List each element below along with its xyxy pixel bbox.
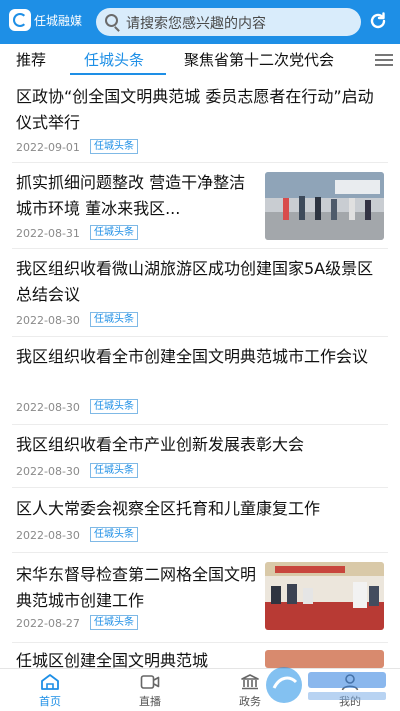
article-date: 2022-09-01: [16, 141, 80, 154]
article-tag: 任城头条: [90, 312, 138, 327]
divider: [12, 162, 388, 163]
list-item[interactable]: 宋华东督导检查第二网格全国文明典范城市创建工作 2022-08-27 任城头条: [0, 558, 400, 643]
article-title: 区人大常委会视察全区托育和儿童康复工作: [16, 499, 321, 518]
article-title: 区政协“创全国文明典范城 委员志愿者在行动”启动仪式举行: [16, 87, 374, 132]
article-tag: 任城头条: [90, 399, 138, 414]
refresh-icon[interactable]: [368, 11, 388, 31]
article-tag: 任城头条: [90, 463, 138, 478]
article-title: 宋华东督导检查第二网格全国文明典范城市创建工作: [16, 565, 257, 610]
list-item[interactable]: 区人大常委会视察全区托育和儿童康复工作 2022-08-30 任城头条: [0, 492, 400, 553]
list-item[interactable]: 我区组织收看全市产业创新发展表彰大会 2022-08-30 任城头条: [0, 428, 400, 488]
article-tag: 任城头条: [90, 615, 138, 630]
article-title: 我区组织收看全市创建全国文明典范城市工作会议: [16, 347, 369, 366]
search-placeholder: 请搜索您感兴趣的内容: [126, 16, 266, 32]
divider: [12, 336, 388, 337]
app-name: 任城融媒: [34, 14, 83, 28]
nav-label: 直播: [139, 695, 161, 708]
search-input[interactable]: 请搜索您感兴趣的内容: [96, 8, 361, 36]
article-title: 我区组织收看全市产业创新发展表彰大会: [16, 435, 305, 454]
divider: [12, 487, 388, 488]
nav-live[interactable]: 直播: [120, 673, 180, 709]
nav-home[interactable]: 首页: [20, 673, 80, 709]
article-tag: 任城头条: [90, 139, 138, 154]
list-item[interactable]: 我区组织收看全市创建全国文明典范城市工作会议 2022-08-30 任城头条: [0, 340, 400, 426]
active-tab-indicator: [70, 73, 166, 75]
list-item[interactable]: 区政协“创全国文明典范城 委员志愿者在行动”启动仪式举行 2022-09-01 …: [0, 80, 400, 164]
list-item[interactable]: 抓实抓细问题整改 营造干净整洁城市环境 董冰来我区... 2022-08-31 …: [0, 164, 400, 250]
article-date: 2022-08-30: [16, 314, 80, 327]
divider: [12, 552, 388, 553]
app-logo: [9, 9, 31, 31]
video-icon: [140, 675, 160, 689]
tab-recommend[interactable]: 推荐: [16, 49, 46, 70]
divider: [12, 248, 388, 249]
tab-party-congress[interactable]: 聚焦省第十二次党代会: [184, 49, 334, 70]
article-date: 2022-08-30: [16, 401, 80, 414]
top-bar: 任城融媒 请搜索您感兴趣的内容: [0, 0, 400, 44]
article-title: 任城区创建全国文明典范城: [16, 651, 209, 668]
search-icon: [105, 14, 118, 27]
article-title: 抓实抓细问题整改 营造干净整洁城市环境 董冰来我区...: [16, 173, 246, 218]
article-title: 我区组织收看微山湖旅游区成功创建国家5A级景区总结会议: [16, 259, 374, 304]
divider: [12, 642, 388, 643]
home-icon: [41, 674, 59, 690]
article-thumbnail: [265, 562, 384, 630]
channel-tabs: 推荐 任城头条 聚焦省第十二次党代会: [0, 44, 400, 76]
nav-label: 首页: [39, 695, 61, 708]
list-item[interactable]: 我区组织收看微山湖旅游区成功创建国家5A级景区总结会议 2022-08-30 任…: [0, 252, 400, 338]
article-date: 2022-08-31: [16, 227, 80, 240]
article-date: 2022-08-30: [16, 465, 80, 478]
tab-rencheng-headlines[interactable]: 任城头条: [84, 49, 144, 70]
divider: [12, 424, 388, 425]
article-tag: 任城头条: [90, 225, 138, 240]
watermark-logo: [266, 667, 386, 703]
article-tag: 任城头条: [90, 527, 138, 542]
government-icon: [241, 674, 259, 690]
channel-menu-icon[interactable]: [375, 54, 393, 66]
article-date: 2022-08-30: [16, 529, 80, 542]
article-date: 2022-08-27: [16, 617, 80, 630]
article-thumbnail: [265, 172, 384, 240]
